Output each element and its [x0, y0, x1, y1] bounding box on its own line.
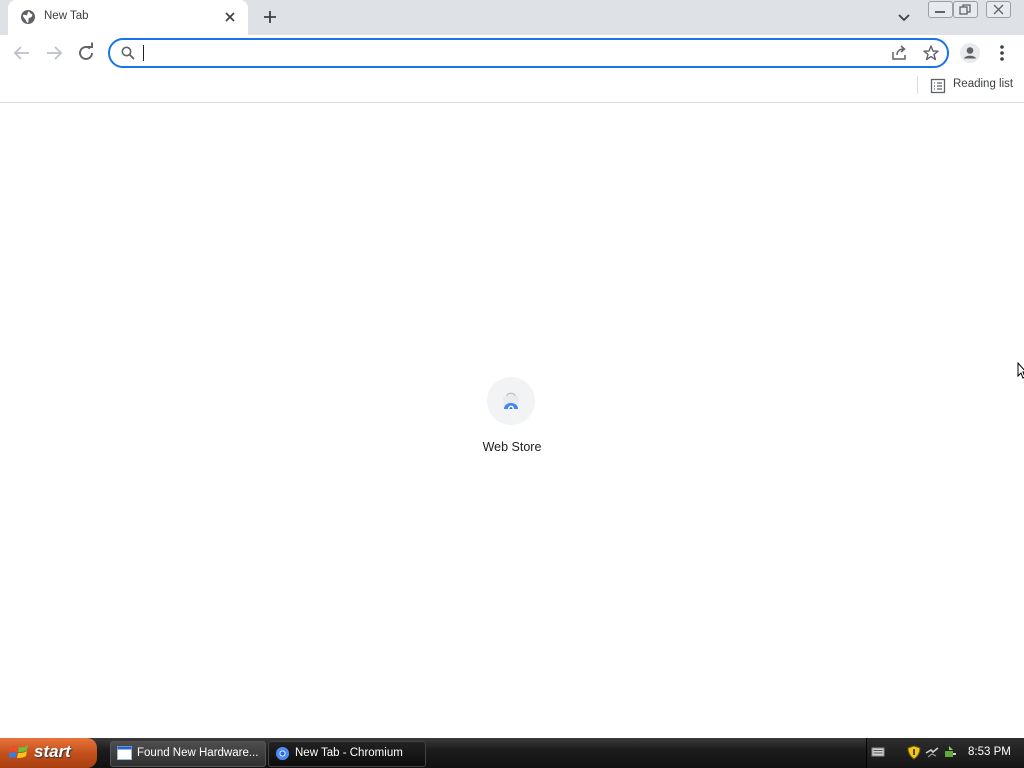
system-tray: 8:53 PM — [866, 738, 1024, 768]
new-tab-page: Web Store — [0, 103, 1024, 738]
forward-icon[interactable] — [42, 41, 66, 65]
safely-remove-hardware-icon[interactable] — [943, 745, 957, 759]
keyboard-icon[interactable] — [871, 745, 885, 759]
close-icon — [993, 4, 1004, 15]
restore-button[interactable] — [953, 1, 978, 18]
shortcut-tile — [487, 377, 535, 425]
window-icon — [117, 746, 132, 760]
restore-icon — [959, 4, 971, 15]
reading-list-icon — [930, 78, 946, 94]
address-input[interactable] — [142, 42, 842, 64]
text-caret — [143, 45, 144, 61]
taskbar: start Found New Hardware... New Tab - Ch… — [0, 738, 1024, 768]
web-store-icon — [503, 392, 519, 409]
start-label: start — [34, 742, 71, 761]
minimize-button[interactable] — [928, 1, 953, 18]
tab-strip: New Tab — [0, 0, 1024, 35]
network-icon[interactable] — [925, 745, 939, 759]
bookmarks-bar: Reading list — [0, 70, 1024, 103]
tab-title: New Tab — [44, 10, 89, 22]
taskbar-item-label: Found New Hardware... — [137, 747, 259, 759]
menu-icon[interactable] — [992, 41, 1012, 65]
profile-icon[interactable] — [958, 41, 982, 65]
security-shield-icon[interactable] — [907, 745, 921, 760]
chromium-icon — [275, 746, 290, 761]
close-window-button[interactable] — [986, 1, 1011, 18]
back-icon[interactable] — [10, 41, 34, 65]
star-icon[interactable] — [922, 44, 940, 62]
share-icon[interactable] — [890, 44, 908, 62]
minimize-icon — [935, 11, 945, 13]
toolbar — [0, 35, 1024, 70]
reload-icon[interactable] — [74, 41, 98, 65]
shortcut-label: Web Store — [482, 440, 542, 454]
tab-search-chevron-icon[interactable] — [893, 6, 915, 28]
taskbar-item-chromium[interactable]: New Tab - Chromium — [268, 741, 426, 767]
reading-list-label: Reading list — [953, 78, 1014, 90]
reading-list-button[interactable]: Reading list — [928, 75, 1020, 97]
windows-logo-icon — [9, 745, 28, 758]
close-tab-icon[interactable] — [222, 9, 238, 25]
new-tab-button[interactable] — [258, 6, 282, 28]
taskbar-item-label: New Tab - Chromium — [295, 747, 403, 759]
bookmarks-separator — [917, 76, 918, 94]
tab-new-tab[interactable]: New Tab — [8, 0, 248, 35]
address-bar[interactable] — [108, 38, 949, 68]
globe-icon — [21, 10, 35, 24]
mouse-cursor-icon — [1017, 362, 1024, 379]
search-icon — [121, 46, 135, 60]
start-button[interactable]: start — [0, 738, 97, 768]
shortcut-web-store[interactable]: Web Store — [471, 375, 553, 463]
clock: 8:53 PM — [968, 746, 1011, 758]
taskbar-item-found-new-hardware[interactable]: Found New Hardware... — [110, 741, 266, 767]
